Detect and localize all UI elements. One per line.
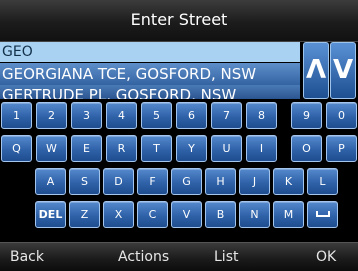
key-s[interactable]: S	[69, 168, 100, 195]
key-j[interactable]: J	[239, 168, 270, 195]
suggestion-item[interactable]: GERTRUDE PL, GOSFORD, NSW	[0, 85, 300, 99]
key-2[interactable]: 2	[36, 102, 67, 129]
key-l[interactable]: L	[307, 168, 338, 195]
suggestion-item[interactable]: GEORGIANA TCE, GOSFORD, NSW	[0, 63, 300, 85]
key-v[interactable]: V	[171, 201, 202, 228]
space-key[interactable]	[307, 201, 338, 228]
ok-softkey[interactable]: OK	[316, 243, 336, 271]
key-0[interactable]: 0	[326, 102, 357, 129]
key-t[interactable]: T	[141, 135, 172, 162]
key-m[interactable]: M	[273, 201, 304, 228]
key-9[interactable]: 9	[291, 102, 322, 129]
key-q[interactable]: Q	[1, 135, 32, 162]
key-u[interactable]: U	[211, 135, 242, 162]
key-7[interactable]: 7	[211, 102, 242, 129]
back-softkey[interactable]: Back	[10, 243, 44, 271]
key-y[interactable]: Y	[176, 135, 207, 162]
key-g[interactable]: G	[171, 168, 202, 195]
key-3[interactable]: 3	[71, 102, 102, 129]
key-6[interactable]: 6	[176, 102, 207, 129]
key-r[interactable]: R	[106, 135, 137, 162]
space-key-icon	[315, 211, 330, 217]
key-4[interactable]: 4	[106, 102, 137, 129]
street-input[interactable]: GEO	[0, 42, 300, 62]
scroll-up-button[interactable]: Λ	[303, 42, 329, 99]
scroll-down-button[interactable]: V	[330, 42, 356, 99]
key-5[interactable]: 5	[141, 102, 172, 129]
page-title: Enter Street	[130, 10, 228, 29]
scroll-down-icon: V	[332, 55, 354, 85]
key-n[interactable]: N	[239, 201, 270, 228]
key-i[interactable]: I	[246, 135, 277, 162]
key-f[interactable]: F	[137, 168, 168, 195]
key-8[interactable]: 8	[246, 102, 277, 129]
softkey-bar: Back Actions List OK	[0, 242, 358, 271]
key-a[interactable]: A	[35, 168, 66, 195]
scroll-up-icon: Λ	[305, 55, 327, 85]
key-e[interactable]: E	[71, 135, 102, 162]
actions-softkey[interactable]: Actions	[118, 243, 169, 271]
title-bar: Enter Street	[0, 0, 358, 42]
key-p[interactable]: P	[326, 135, 357, 162]
key-h[interactable]: H	[205, 168, 236, 195]
key-c[interactable]: C	[137, 201, 168, 228]
key-z[interactable]: Z	[69, 201, 100, 228]
key-b[interactable]: B	[205, 201, 236, 228]
key-o[interactable]: O	[291, 135, 322, 162]
list-softkey[interactable]: List	[214, 243, 238, 271]
key-x[interactable]: X	[103, 201, 134, 228]
key-k[interactable]: K	[273, 168, 304, 195]
key-w[interactable]: W	[36, 135, 67, 162]
key-1[interactable]: 1	[1, 102, 32, 129]
on-screen-keyboard: 1 2 3 4 5 6 7 8 9 0 Q W E R T Y U I O P …	[0, 99, 358, 235]
delete-key[interactable]: DEL	[35, 201, 66, 228]
key-d[interactable]: D	[103, 168, 134, 195]
